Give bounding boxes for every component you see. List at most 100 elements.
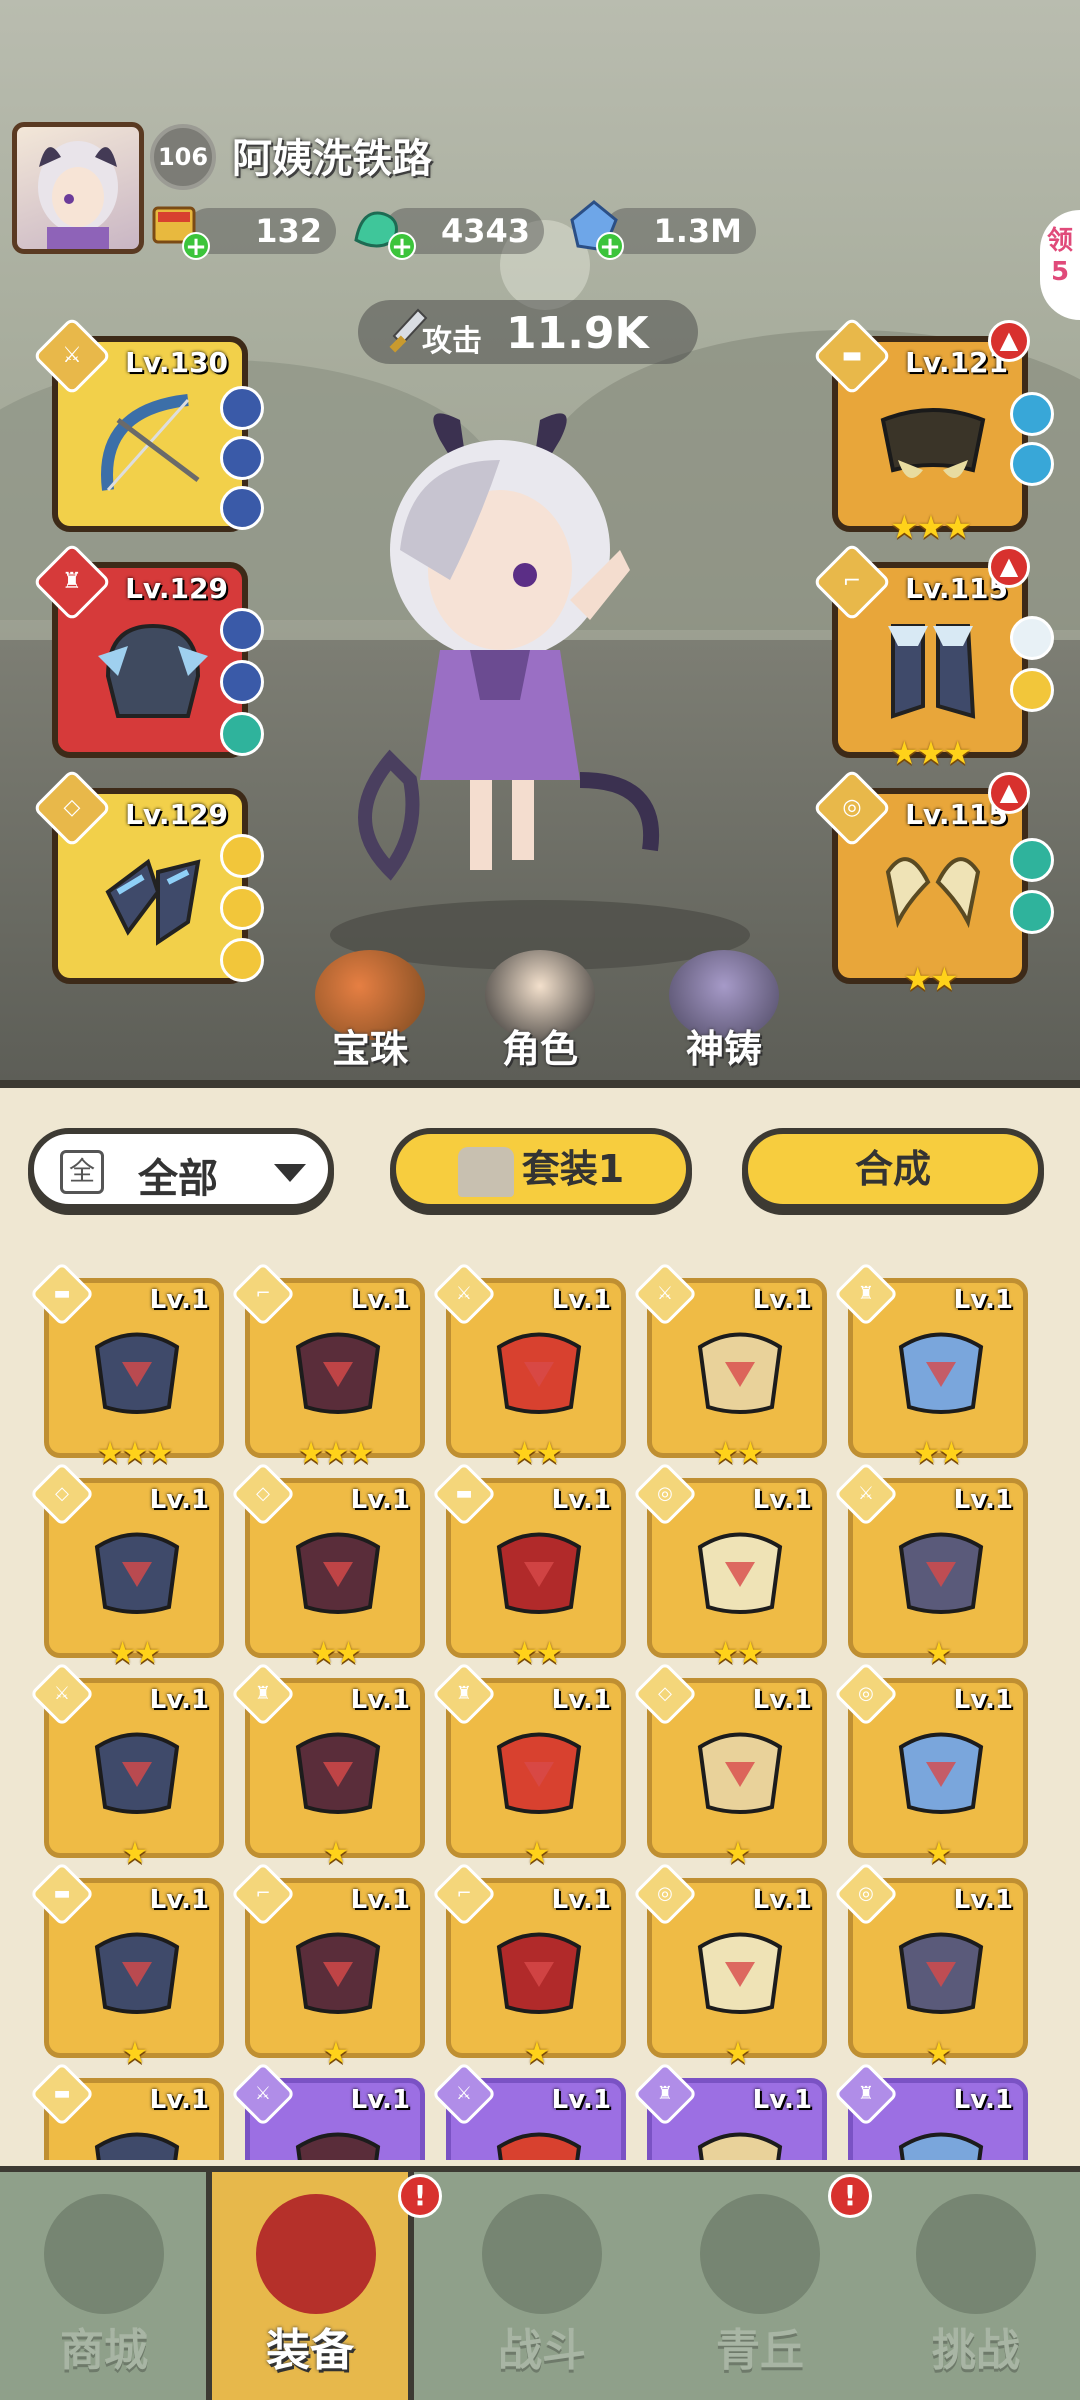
equip-slot-belt[interactable]: ▬ Lv.121 ▲ ★★★ <box>812 316 1054 546</box>
inventory-item[interactable]: ⚔ Lv.1 <box>230 2061 425 2160</box>
item-level: Lv.1 <box>752 1885 812 1915</box>
tab-label: 青丘 <box>716 2325 804 2376</box>
equip-level: Lv.130 <box>125 346 228 379</box>
equip-slot-ring[interactable]: ◎ Lv.115 ▲ ★★ <box>812 768 1054 998</box>
equipment-art-icon <box>295 2132 381 2160</box>
tab-battle[interactable]: 战斗 <box>438 2172 646 2400</box>
equip-level: Lv.129 <box>125 572 228 605</box>
equipment-art-icon <box>496 2132 582 2160</box>
equipment-art-icon <box>94 2132 180 2160</box>
inventory-item[interactable]: ⌐ Lv.1 ★ <box>230 1861 425 2071</box>
orb-socket-icon <box>220 386 264 430</box>
equipment-set-button[interactable]: 套装1 <box>390 1128 692 1210</box>
role-action-button[interactable]: 角色 <box>470 950 610 1071</box>
item-level: Lv.1 <box>350 1685 410 1715</box>
helmet-icon <box>98 623 208 718</box>
item-stars: ★★★ <box>297 1436 375 1471</box>
inventory-item[interactable]: ▬ Lv.1 ★ <box>29 1861 224 2071</box>
inventory-item[interactable]: ⚔ Lv.1 ★★ <box>632 1261 827 1471</box>
inventory-item[interactable]: ▬ Lv.1 ★★ <box>431 1461 626 1671</box>
item-level: Lv.1 <box>953 1685 1013 1715</box>
item-level: Lv.1 <box>953 1885 1013 1915</box>
inventory-item[interactable]: ◇ Lv.1 ★ <box>632 1661 827 1871</box>
equipment-art-icon <box>295 1932 381 2014</box>
tab-challenge[interactable]: 挑战 <box>872 2172 1080 2400</box>
inventory-item[interactable]: ♜ Lv.1 ★★ <box>833 1261 1028 1471</box>
avatar-portrait-icon <box>38 141 118 249</box>
chevron-down-icon <box>274 1164 306 1182</box>
player-avatar[interactable] <box>12 122 144 254</box>
equip-slot-wrist[interactable]: ◇ Lv.129 <box>32 768 264 984</box>
inventory-item[interactable]: ⚔ Lv.1 ★ <box>29 1661 224 1871</box>
inventory-item[interactable]: ◇ Lv.1 ★★ <box>230 1461 425 1671</box>
equipment-art-icon <box>295 1732 381 1814</box>
bottom-navigation: 商城 装备 ! 战斗 青丘 ! 挑战 <box>0 2166 1080 2400</box>
equipment-art-icon <box>697 1932 783 2014</box>
tab-equipment[interactable]: 装备 ! <box>206 2172 442 2400</box>
inventory-item[interactable]: ♜ Lv.1 ★ <box>431 1661 626 1871</box>
belt-icon <box>880 408 986 478</box>
resource-crystal[interactable]: 1.3M <box>604 208 756 254</box>
category-filter-dropdown[interactable]: 全 全部 <box>28 1128 334 1210</box>
item-stars: ★★ <box>310 1636 362 1671</box>
item-level: Lv.1 <box>752 1485 812 1515</box>
player-name[interactable]: 阿姨洗铁路 <box>232 126 432 184</box>
shop-pavilion-icon <box>44 2194 164 2314</box>
equip-slot-boots[interactable]: ⌐ Lv.115 ▲ ★★★ <box>812 542 1054 772</box>
orb-socket-icon <box>1010 442 1054 486</box>
add-scroll-button[interactable]: + <box>182 232 210 260</box>
equipment-art-icon <box>697 1732 783 1814</box>
forge-action-button[interactable]: 神铸 <box>654 950 794 1071</box>
inventory-item[interactable]: ▬ Lv.1 ★★★ <box>29 1261 224 1471</box>
item-level: Lv.1 <box>752 2085 812 2115</box>
item-level: Lv.1 <box>551 1485 611 1515</box>
tab-shop[interactable]: 商城 <box>0 2172 208 2400</box>
forge-action-label: 神铸 <box>685 1027 762 1071</box>
inventory-item[interactable]: ♜ Lv.1 <box>632 2061 827 2160</box>
attack-value: 11.9K <box>506 308 649 359</box>
set-button-label: 套装1 <box>521 1147 625 1191</box>
inventory-item[interactable]: ◇ Lv.1 ★★ <box>29 1461 224 1671</box>
role-action-label: 角色 <box>501 1027 578 1071</box>
alert-badge: ! <box>828 2174 872 2218</box>
inventory-item[interactable]: ◎ Lv.1 ★ <box>833 1861 1028 2071</box>
equipment-art-icon <box>898 1532 984 1614</box>
orb-socket-icon <box>220 608 264 652</box>
compose-button[interactable]: 合成 <box>742 1128 1044 1210</box>
equip-slot-weapon[interactable]: ⚔ Lv.130 <box>32 316 264 532</box>
inventory-item[interactable]: ◎ Lv.1 ★★ <box>632 1461 827 1671</box>
inventory-item[interactable]: ⌐ Lv.1 ★ <box>431 1861 626 2071</box>
item-stars: ★ <box>322 2036 350 2071</box>
equip-slot-helmet[interactable]: ♜ Lv.129 <box>32 542 264 758</box>
orb-socket-icon <box>220 486 264 530</box>
orb-socket-icon <box>1010 392 1054 436</box>
inventory-item[interactable]: ⚔ Lv.1 <box>431 2061 626 2160</box>
orb-socket-icon <box>220 712 264 756</box>
add-crystal-button[interactable]: + <box>596 232 624 260</box>
inventory-item[interactable]: ⌐ Lv.1 ★★★ <box>230 1261 425 1471</box>
bow-icon <box>101 394 200 491</box>
orb-socket-icon <box>220 436 264 480</box>
item-level: Lv.1 <box>149 1885 209 1915</box>
inventory-item[interactable]: ◎ Lv.1 ★ <box>632 1861 827 2071</box>
equipment-art-icon <box>898 1932 984 2014</box>
tab-qingqiu[interactable]: 青丘 ! <box>656 2172 872 2400</box>
item-stars: ★ <box>724 1836 752 1871</box>
resource-scroll-value: 132 <box>255 212 322 250</box>
inventory-item[interactable]: ⚔ Lv.1 ★★ <box>431 1261 626 1471</box>
inventory-item[interactable]: ▬ Lv.1 <box>29 2061 224 2160</box>
attack-power-display: 攻击 11.9K <box>358 300 698 364</box>
character-figure[interactable] <box>330 400 690 920</box>
inventory-item[interactable]: ⚔ Lv.1 ★ <box>833 1461 1028 1671</box>
alert-badge: ! <box>398 2174 442 2218</box>
equipment-art-icon <box>496 1532 582 1614</box>
inventory-item[interactable]: ♜ Lv.1 <box>833 2061 1028 2160</box>
orb-action-button[interactable]: 宝珠 <box>300 950 440 1071</box>
inventory-item[interactable]: ◎ Lv.1 ★ <box>833 1661 1028 1871</box>
inventory-item[interactable]: ♜ Lv.1 ★ <box>230 1661 425 1871</box>
equipment-art-icon <box>295 1532 381 1614</box>
item-level: Lv.1 <box>551 1885 611 1915</box>
upgrade-arrow-icon: ▲ <box>988 546 1030 588</box>
tab-label: 挑战 <box>932 2325 1020 2376</box>
add-jade-button[interactable]: + <box>388 232 416 260</box>
